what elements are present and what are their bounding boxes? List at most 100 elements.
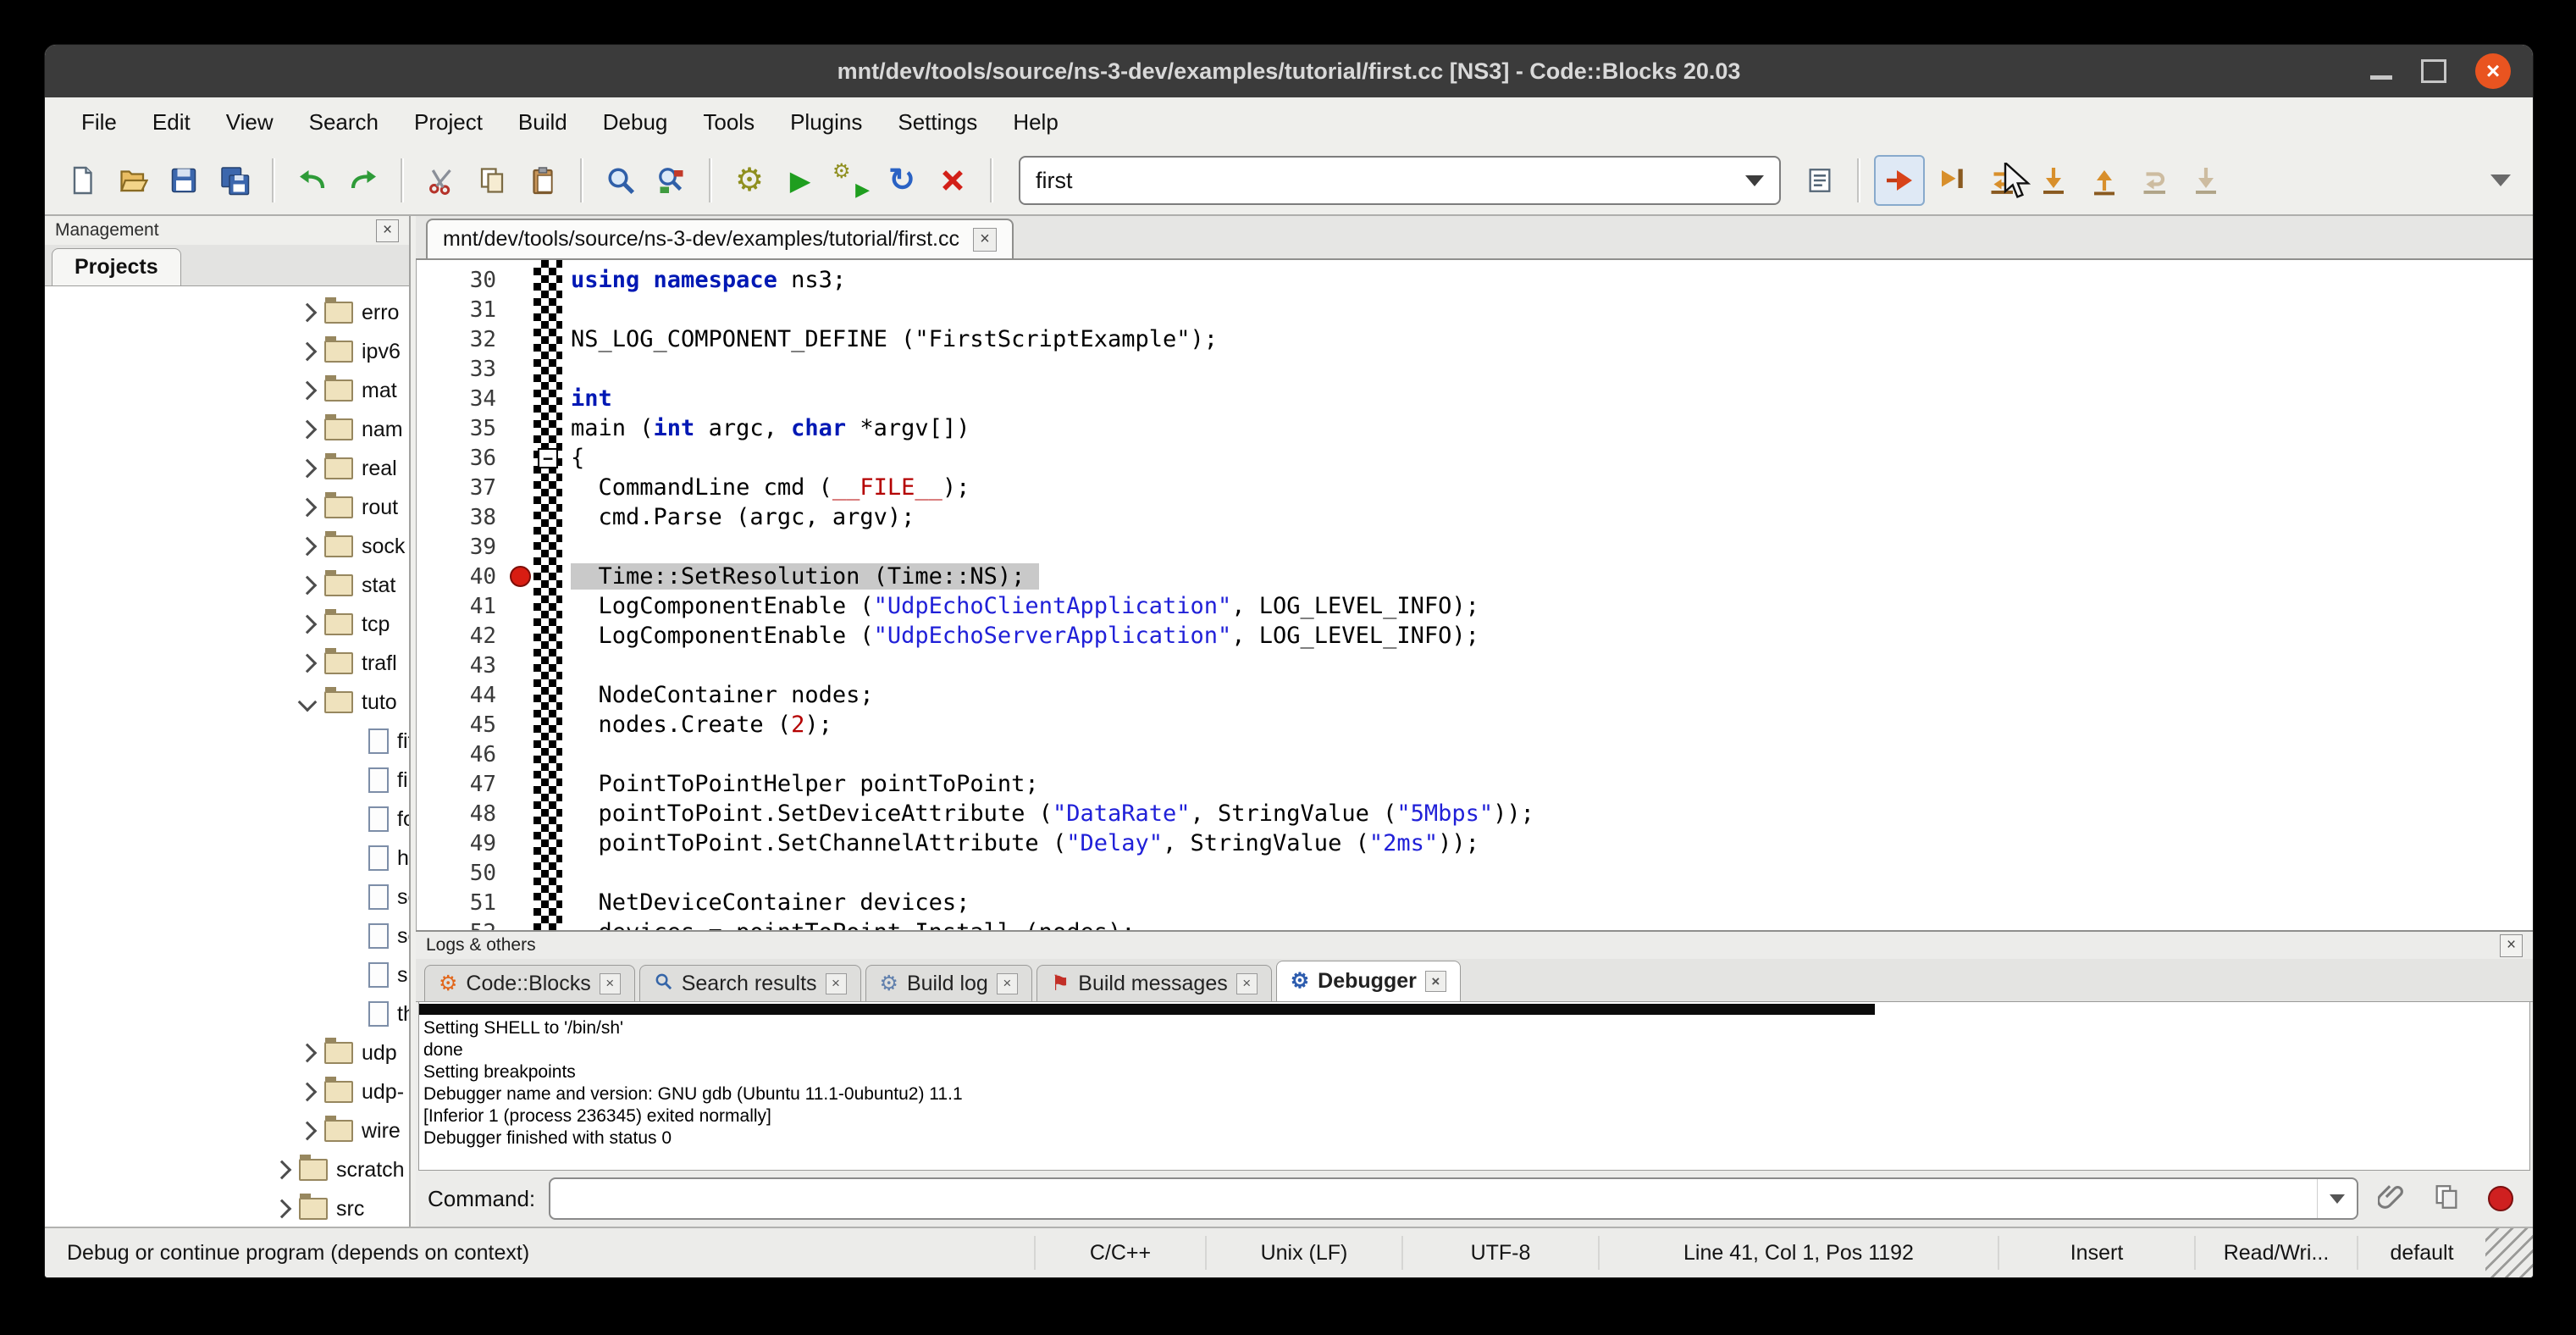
tree-item-stat[interactable]: stat [45, 566, 409, 605]
tree-item-src[interactable]: src [45, 1189, 409, 1227]
breakpoint-gutter[interactable] [506, 566, 533, 587]
tree-item-tuto[interactable]: tuto [45, 683, 409, 722]
chevron-down-icon[interactable] [299, 695, 316, 709]
chevron-right-icon[interactable] [299, 423, 316, 436]
tree-item-rout[interactable]: rout [45, 488, 409, 527]
run-to-cursor-button[interactable] [1928, 157, 1976, 204]
log-tab-build-messages[interactable]: ⚑Build messages× [1036, 965, 1272, 1001]
menu-project[interactable]: Project [396, 109, 500, 136]
chevron-right-icon[interactable] [299, 1124, 316, 1138]
fold-collapse-icon[interactable]: − [538, 448, 558, 468]
selected-log-row[interactable] [419, 1004, 1875, 1015]
log-tab-code-blocks[interactable]: ⚙Code::Blocks× [424, 965, 635, 1001]
send-command-button[interactable] [2372, 1178, 2413, 1219]
chevron-right-icon[interactable] [299, 345, 316, 358]
chevron-right-icon[interactable] [299, 579, 316, 592]
close-tab-icon[interactable]: × [973, 228, 997, 252]
tree-item-fir[interactable]: fir [45, 761, 409, 800]
save-button[interactable] [160, 157, 207, 204]
chevron-right-icon[interactable] [299, 1046, 316, 1060]
step-into-instruction-button[interactable] [2182, 157, 2230, 204]
tree-item-wire[interactable]: wire [45, 1111, 409, 1150]
close-icon[interactable]: × [2475, 53, 2511, 89]
menu-file[interactable]: File [64, 109, 135, 136]
close-tab-icon[interactable]: × [1236, 973, 1258, 994]
save-all-button[interactable] [211, 157, 258, 204]
step-into-button[interactable] [2030, 157, 2077, 204]
tree-item-erro[interactable]: erro [45, 293, 409, 332]
tab-projects[interactable]: Projects [52, 248, 181, 285]
menu-debug[interactable]: Debug [585, 109, 686, 136]
build-and-run-button[interactable]: ⚙▶ [827, 157, 875, 204]
code-editor[interactable]: 30using namespace ns3;3132NS_LOG_COMPONE… [416, 260, 2533, 930]
undo-button[interactable] [289, 157, 336, 204]
cut-button[interactable] [417, 157, 465, 204]
chevron-right-icon[interactable] [299, 618, 316, 631]
chevron-right-icon[interactable] [299, 1085, 316, 1099]
tree-item-th[interactable]: th [45, 994, 409, 1033]
menu-view[interactable]: View [208, 109, 291, 136]
tree-item-tcp[interactable]: tcp [45, 605, 409, 644]
chevron-right-icon[interactable] [299, 306, 316, 319]
chevron-right-icon[interactable] [299, 384, 316, 397]
find-button[interactable] [597, 157, 644, 204]
menu-search[interactable]: Search [291, 109, 396, 136]
tree-item-fif[interactable]: fif [45, 722, 409, 761]
next-line-button[interactable] [1979, 157, 2026, 204]
tree-item-sock[interactable]: sock [45, 527, 409, 566]
chevron-right-icon[interactable] [299, 540, 316, 553]
next-instruction-button[interactable] [2131, 157, 2179, 204]
tree-item-trafl[interactable]: trafl [45, 644, 409, 683]
tree-item-he[interactable]: he [45, 839, 409, 878]
tree-item-se[interactable]: se [45, 917, 409, 956]
open-file-button[interactable] [109, 157, 157, 204]
tree-item-scratch[interactable]: scratch [45, 1150, 409, 1189]
menu-plugins[interactable]: Plugins [772, 109, 880, 136]
menu-tools[interactable]: Tools [685, 109, 772, 136]
tree-item-six[interactable]: six [45, 956, 409, 994]
close-tab-icon[interactable]: × [600, 973, 621, 994]
redo-button[interactable] [340, 157, 387, 204]
breakpoint-icon[interactable] [510, 566, 531, 587]
minimize-icon[interactable] [2370, 75, 2392, 80]
copy-log-button[interactable] [2426, 1178, 2467, 1219]
chevron-right-icon[interactable] [299, 501, 316, 514]
tree-item-se[interactable]: se [45, 878, 409, 917]
copy-button[interactable] [468, 157, 516, 204]
chevron-right-icon[interactable] [274, 1163, 290, 1177]
log-tab-debugger[interactable]: ⚙Debugger× [1276, 961, 1461, 1001]
command-input[interactable] [549, 1177, 2358, 1220]
rebuild-button[interactable]: ↻ [878, 157, 926, 204]
tree-item-ipv6[interactable]: ipv6 [45, 332, 409, 371]
target-options-button[interactable] [1796, 157, 1844, 204]
build-button[interactable]: ⚙ [726, 157, 773, 204]
close-tab-icon[interactable]: × [1425, 971, 1446, 992]
replace-button[interactable] [648, 157, 695, 204]
menu-build[interactable]: Build [500, 109, 585, 136]
build-target-combo[interactable]: first [1019, 156, 1781, 205]
close-tab-icon[interactable]: × [826, 973, 847, 994]
title-bar[interactable]: mnt/dev/tools/source/ns-3-dev/examples/t… [45, 45, 2533, 97]
tree-item-nam[interactable]: nam [45, 410, 409, 449]
menu-help[interactable]: Help [995, 109, 1075, 136]
stop-debugger-button[interactable] [2480, 1178, 2521, 1219]
tree-item-real[interactable]: real [45, 449, 409, 488]
menu-edit[interactable]: Edit [135, 109, 208, 136]
tree-item-mat[interactable]: mat [45, 371, 409, 410]
tree-item-fo[interactable]: fo [45, 800, 409, 839]
chevron-right-icon[interactable] [274, 1202, 290, 1216]
chevron-right-icon[interactable] [299, 462, 316, 475]
menu-settings[interactable]: Settings [880, 109, 995, 136]
debug-continue-button[interactable] [1874, 155, 1925, 206]
close-logs-icon[interactable]: × [2500, 934, 2523, 957]
new-file-button[interactable] [58, 157, 106, 204]
log-tab-search-results[interactable]: Search results× [639, 965, 861, 1001]
step-out-button[interactable] [2081, 157, 2128, 204]
close-tab-icon[interactable]: × [997, 973, 1018, 994]
log-tab-build-log[interactable]: ⚙Build log× [865, 965, 1032, 1001]
chevron-right-icon[interactable] [299, 656, 316, 670]
resize-grip-icon[interactable] [2485, 1228, 2533, 1277]
tree-item-udp-[interactable]: udp- [45, 1072, 409, 1111]
run-button[interactable]: ▶ [777, 157, 824, 204]
tree-item-udp[interactable]: udp [45, 1033, 409, 1072]
